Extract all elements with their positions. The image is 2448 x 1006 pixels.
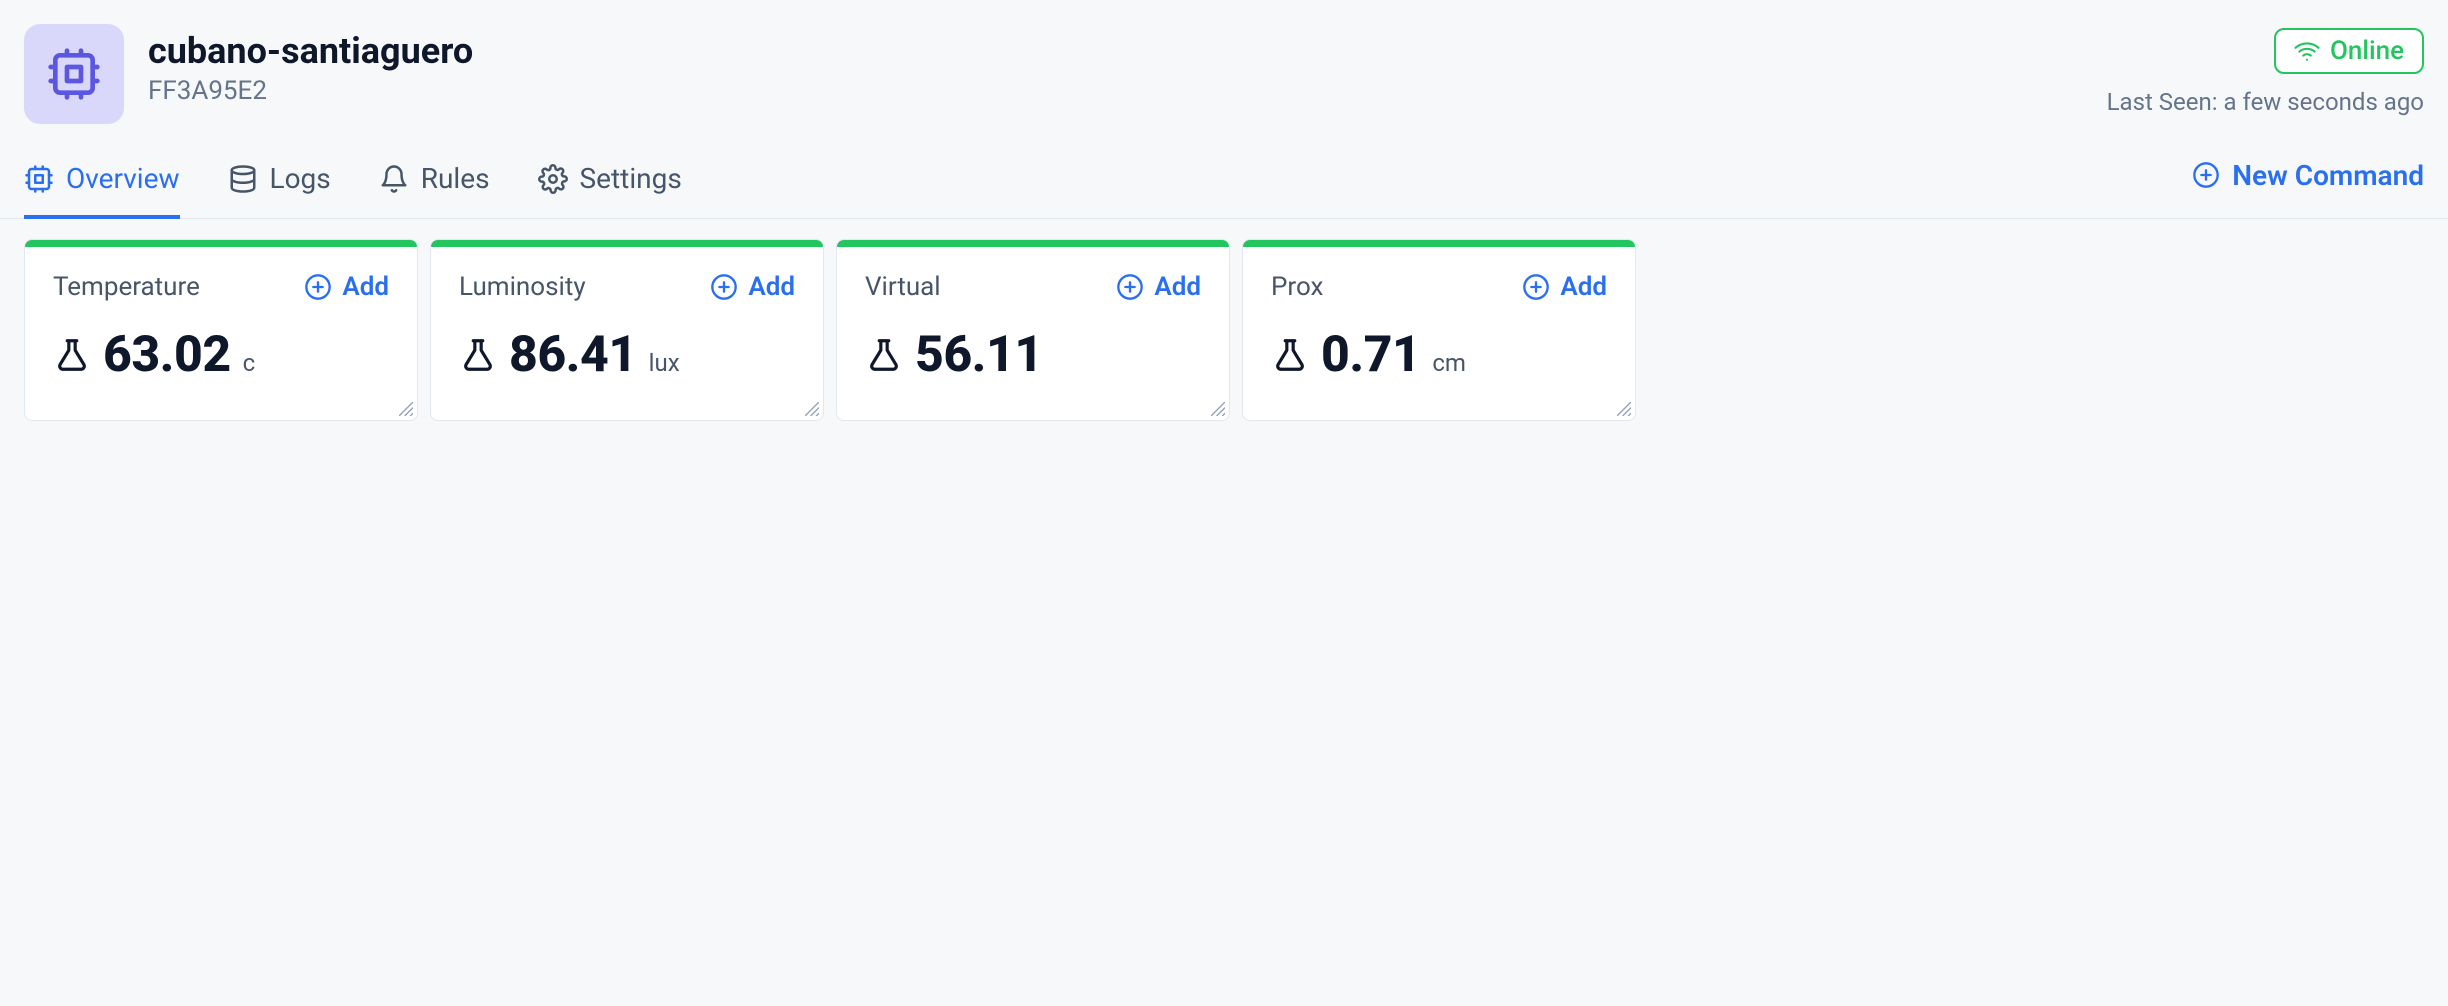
gear-icon: [538, 164, 568, 194]
tab-settings[interactable]: Settings: [538, 152, 682, 219]
add-label: Add: [342, 272, 389, 302]
card-title: Prox: [1271, 272, 1323, 302]
last-seen-prefix: Last Seen:: [2107, 88, 2218, 116]
tab-settings-label: Settings: [580, 162, 682, 195]
tabs: Overview Logs Rules: [24, 152, 682, 218]
card-value-row: 0.71 cm: [1271, 326, 1607, 384]
card-value: 0.71: [1321, 326, 1420, 384]
status-badge: Online: [2274, 28, 2424, 74]
sensor-card-virtual: Virtual Add 56.11: [836, 239, 1230, 421]
flask-icon: [865, 336, 903, 374]
last-seen-value: a few seconds ago: [2224, 88, 2425, 116]
card-value-row: 63.02 c: [53, 326, 389, 384]
new-command-label: New Command: [2232, 159, 2424, 192]
tab-rules-label: Rules: [421, 162, 490, 195]
device-id: FF3A95E2: [148, 76, 473, 106]
header: cubano-santiaguero FF3A95E2 Online Last …: [0, 0, 2448, 124]
database-icon: [228, 164, 258, 194]
tab-logs-label: Logs: [270, 162, 331, 195]
last-seen: Last Seen: a few seconds ago: [2107, 88, 2424, 116]
add-button[interactable]: Add: [1116, 272, 1201, 302]
flask-icon: [1271, 336, 1309, 374]
card-value: 56.11: [915, 326, 1043, 384]
card-status-bar: [431, 240, 823, 247]
add-label: Add: [748, 272, 795, 302]
card-header: Virtual Add: [865, 272, 1201, 302]
cards-grid: Temperature Add 63.02 c: [0, 219, 2448, 441]
new-command-button[interactable]: New Command: [2192, 159, 2424, 212]
device-title-block: cubano-santiaguero FF3A95E2: [148, 24, 473, 106]
device-avatar: [24, 24, 124, 124]
header-right: Online Last Seen: a few seconds ago: [2107, 28, 2424, 116]
card-status-bar: [1243, 240, 1635, 247]
resize-handle-icon[interactable]: [1617, 402, 1631, 416]
page-container: cubano-santiaguero FF3A95E2 Online Last …: [0, 0, 2448, 441]
tabs-row: Overview Logs Rules: [0, 152, 2448, 219]
card-title: Luminosity: [459, 272, 586, 302]
tab-overview[interactable]: Overview: [24, 152, 180, 219]
device-name: cubano-santiaguero: [148, 30, 473, 72]
add-button[interactable]: Add: [1522, 272, 1607, 302]
add-label: Add: [1560, 272, 1607, 302]
card-title: Temperature: [53, 272, 200, 302]
resize-handle-icon[interactable]: [399, 402, 413, 416]
card-unit: c: [243, 349, 256, 377]
card-value-row: 56.11: [865, 326, 1201, 384]
cpu-chip-icon: [46, 46, 102, 102]
card-unit: lux: [649, 349, 680, 377]
resize-handle-icon[interactable]: [1211, 402, 1225, 416]
card-header: Temperature Add: [53, 272, 389, 302]
add-button[interactable]: Add: [710, 272, 795, 302]
wifi-icon: [2294, 38, 2320, 64]
tab-rules[interactable]: Rules: [379, 152, 490, 219]
resize-handle-icon[interactable]: [805, 402, 819, 416]
status-label: Online: [2330, 36, 2404, 66]
card-status-bar: [837, 240, 1229, 247]
flask-icon: [459, 336, 497, 374]
sensor-card-prox: Prox Add 0.71 cm: [1242, 239, 1636, 421]
card-unit: cm: [1432, 349, 1466, 377]
add-label: Add: [1154, 272, 1201, 302]
plus-circle-icon: [2192, 161, 2220, 189]
card-value-row: 86.41 lux: [459, 326, 795, 384]
sensor-card-luminosity: Luminosity Add 86.41 lux: [430, 239, 824, 421]
tab-logs[interactable]: Logs: [228, 152, 331, 219]
cpu-chip-icon: [24, 164, 54, 194]
plus-circle-icon: [710, 273, 738, 301]
card-value: 63.02: [103, 326, 231, 384]
plus-circle-icon: [1116, 273, 1144, 301]
card-status-bar: [25, 240, 417, 247]
header-left: cubano-santiaguero FF3A95E2: [24, 24, 473, 124]
tab-overview-label: Overview: [66, 162, 180, 195]
plus-circle-icon: [1522, 273, 1550, 301]
sensor-card-temperature: Temperature Add 63.02 c: [24, 239, 418, 421]
bell-icon: [379, 164, 409, 194]
add-button[interactable]: Add: [304, 272, 389, 302]
plus-circle-icon: [304, 273, 332, 301]
card-value: 86.41: [509, 326, 637, 384]
card-title: Virtual: [865, 272, 941, 302]
flask-icon: [53, 336, 91, 374]
card-header: Luminosity Add: [459, 272, 795, 302]
card-header: Prox Add: [1271, 272, 1607, 302]
